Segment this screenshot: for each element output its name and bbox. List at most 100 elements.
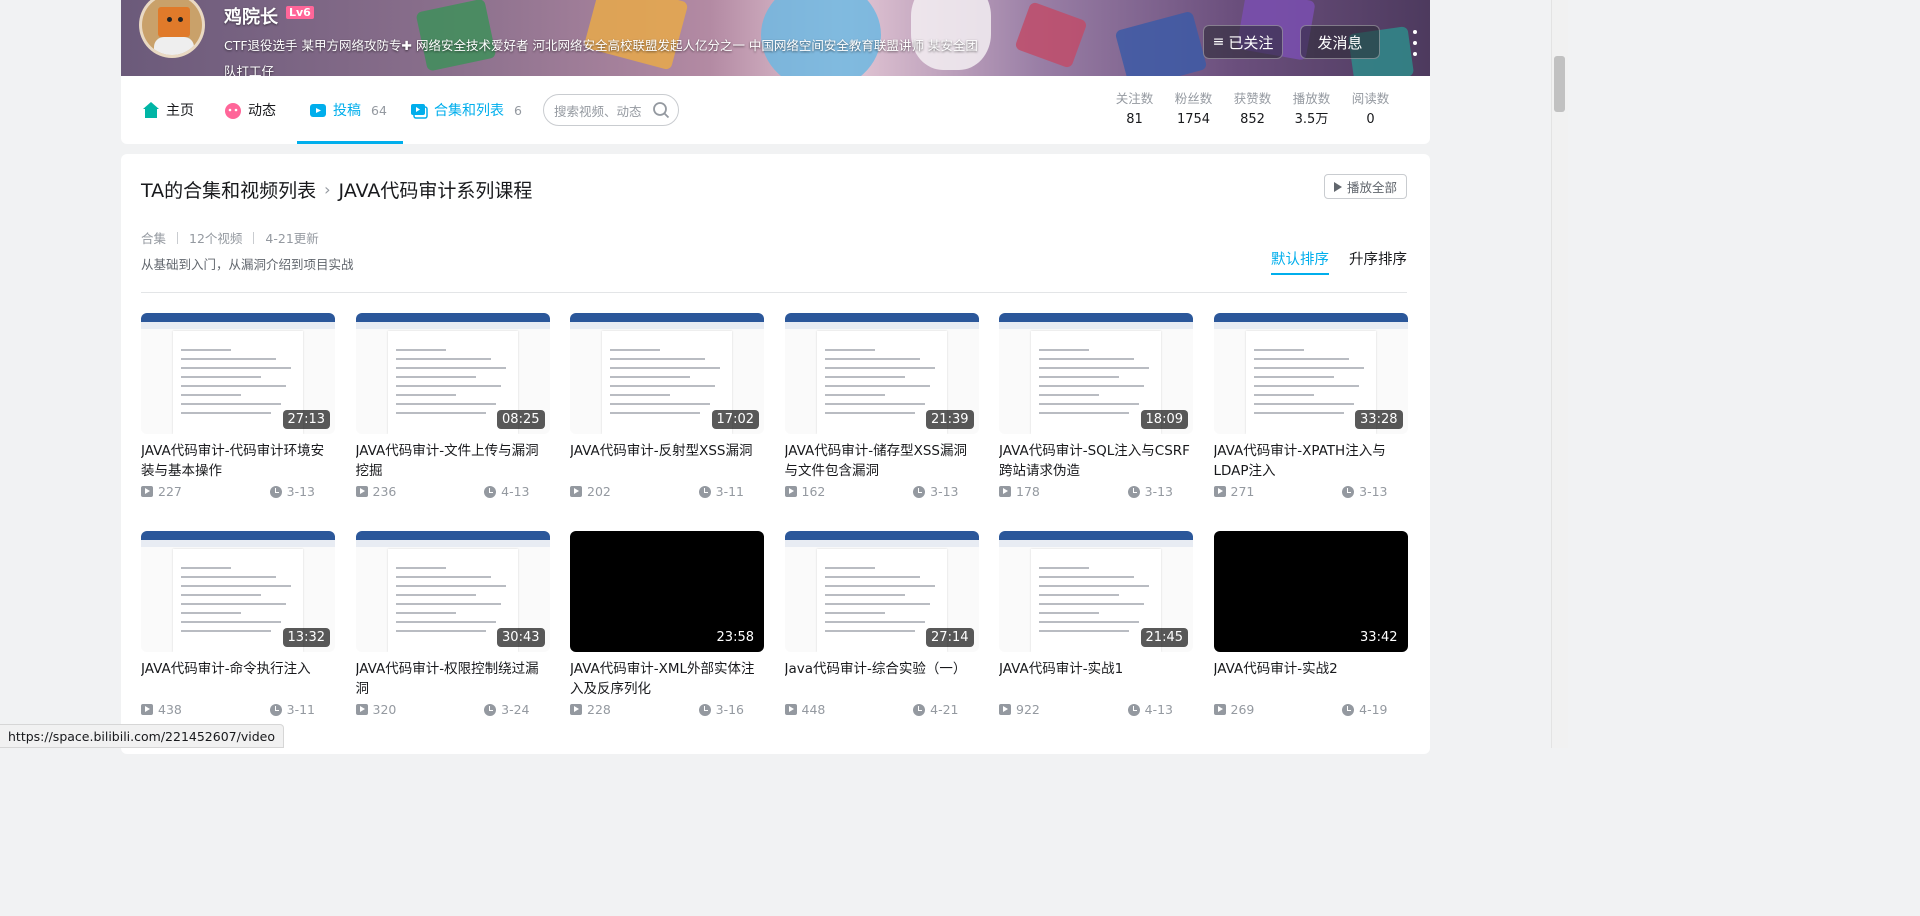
play-count: 438 xyxy=(141,702,182,717)
video-thumbnail[interactable]: 33:42 xyxy=(1213,531,1408,652)
search-input[interactable]: 搜索视频、动态 xyxy=(543,94,679,126)
clock-icon xyxy=(1127,703,1140,716)
publish-date: 4-21 xyxy=(913,702,959,717)
video-card[interactable]: 33:28 JAVA代码审计-XPATH注入与LDAP注入 271 3-13 xyxy=(1213,313,1408,499)
play-count-icon xyxy=(570,486,582,497)
stat-reads: 阅读数 0 xyxy=(1351,91,1390,127)
scrollbar[interactable] xyxy=(1551,0,1568,748)
video-duration: 17:02 xyxy=(711,410,759,429)
publish-date: 4-19 xyxy=(1342,702,1388,717)
video-title[interactable]: JAVA代码审计-实战2 xyxy=(1214,659,1408,699)
followed-button[interactable]: ≡ 已关注 xyxy=(1203,25,1283,59)
sort-ascending-button[interactable]: 升序排序 xyxy=(1349,248,1407,269)
video-thumbnail[interactable]: 17:02 xyxy=(570,313,764,434)
video-meta: 922 4-13 xyxy=(999,702,1193,717)
video-meta: 178 3-13 xyxy=(999,484,1193,499)
clock-icon xyxy=(698,485,711,498)
video-title[interactable]: JAVA代码审计-SQL注入与CSRF跨站请求伪造 xyxy=(999,441,1193,481)
tab-home[interactable]: 主页 xyxy=(142,76,194,144)
tab-uploads[interactable]: 投稿 64 xyxy=(297,76,403,144)
video-thumbnail[interactable]: 30:43 xyxy=(355,531,550,652)
video-meta: 448 4-21 xyxy=(784,702,979,717)
video-thumbnail[interactable]: 13:32 xyxy=(141,531,335,652)
breadcrumb-root[interactable]: TA的合集和视频列表 xyxy=(141,176,316,203)
video-thumbnail[interactable]: 27:14 xyxy=(784,531,979,652)
publish-date: 4-13 xyxy=(484,484,530,499)
play-count-icon xyxy=(1213,704,1226,715)
profile-nav: 主页 动态 投稿 64 合集和列表 6 搜索视频、动态 关注数 81 粉丝数 175… xyxy=(121,76,1430,144)
video-thumbnail[interactable]: 27:13 xyxy=(141,313,335,434)
play-count: 227 xyxy=(141,484,182,499)
play-count-icon xyxy=(784,704,797,715)
video-card[interactable]: 18:09 JAVA代码审计-SQL注入与CSRF跨站请求伪造 178 3-13 xyxy=(999,313,1193,499)
tab-collections[interactable]: 合集和列表 6 xyxy=(410,76,522,144)
clock-icon xyxy=(1127,485,1140,498)
play-count: 922 xyxy=(999,702,1040,717)
video-meta: 162 3-13 xyxy=(784,484,979,499)
clock-icon xyxy=(913,485,926,498)
publish-date: 3-13 xyxy=(1342,484,1388,499)
video-thumbnail[interactable]: 18:09 xyxy=(999,313,1193,434)
video-title[interactable]: JAVA代码审计-XPATH注入与LDAP注入 xyxy=(1214,441,1408,481)
video-card[interactable]: 30:43 JAVA代码审计-权限控制绕过漏洞 320 3-24 xyxy=(355,531,550,717)
video-card[interactable]: 23:58 JAVA代码审计-XML外部实体注入及反序列化 228 3-16 xyxy=(570,531,764,717)
video-card[interactable]: 27:14 Java代码审计-综合实验（一） 448 4-21 xyxy=(784,531,979,717)
video-thumbnail[interactable]: 23:58 xyxy=(570,531,764,652)
video-duration: 33:28 xyxy=(1355,410,1403,429)
clock-icon xyxy=(269,703,282,716)
video-card[interactable]: 33:42 JAVA代码审计-实战2 269 4-19 xyxy=(1213,531,1408,717)
clock-icon xyxy=(1342,485,1355,498)
collection-icon xyxy=(411,104,428,119)
collection-updated: 4-21更新 xyxy=(265,231,319,246)
video-card[interactable]: 21:39 JAVA代码审计-储存型XSS漏洞与文件包含漏洞 162 3-13 xyxy=(784,313,979,499)
video-meta: 438 3-11 xyxy=(141,702,335,717)
play-count: 162 xyxy=(784,484,825,499)
video-title[interactable]: JAVA代码审计-权限控制绕过漏洞 xyxy=(356,659,550,699)
play-count: 228 xyxy=(570,702,611,717)
video-card[interactable]: 21:45 JAVA代码审计-实战1 922 4-13 xyxy=(999,531,1193,717)
video-title[interactable]: JAVA代码审计-实战1 xyxy=(999,659,1193,699)
stat-likes: 获赞数 852 xyxy=(1233,91,1272,127)
play-count: 202 xyxy=(570,484,611,499)
video-duration: 08:25 xyxy=(497,410,545,429)
collection-video-count: 12个视频 xyxy=(189,231,243,246)
publish-date: 3-11 xyxy=(269,702,315,717)
play-all-button[interactable]: 播放全部 xyxy=(1323,174,1407,199)
clock-icon xyxy=(913,703,926,716)
play-count: 178 xyxy=(999,484,1040,499)
video-duration: 30:43 xyxy=(497,628,545,647)
video-card[interactable]: 08:25 JAVA代码审计-文件上传与漏洞挖掘 236 4-13 xyxy=(355,313,550,499)
video-duration: 27:14 xyxy=(926,628,974,647)
video-title[interactable]: JAVA代码审计-代码审计环境安装与基本操作 xyxy=(141,441,335,481)
stat-followers[interactable]: 粉丝数 1754 xyxy=(1164,90,1223,131)
stat-following[interactable]: 关注数 81 xyxy=(1105,90,1164,131)
video-title[interactable]: Java代码审计-综合实验（一） xyxy=(785,659,979,699)
clock-icon xyxy=(484,485,497,498)
link-status-bar: https://space.bilibili.com/221452607/vid… xyxy=(0,724,284,748)
search-icon[interactable] xyxy=(652,101,670,119)
play-count: 320 xyxy=(355,702,396,717)
send-message-button[interactable]: 发消息 xyxy=(1300,25,1380,59)
video-card[interactable]: 17:02 JAVA代码审计-反射型XSS漏洞 202 3-11 xyxy=(570,313,764,499)
video-thumbnail[interactable]: 21:45 xyxy=(999,531,1193,652)
video-card[interactable]: 13:32 JAVA代码审计-命令执行注入 438 3-11 xyxy=(141,531,335,717)
video-meta: 269 4-19 xyxy=(1213,702,1408,717)
video-title[interactable]: JAVA代码审计-反射型XSS漏洞 xyxy=(570,441,764,481)
play-count-icon xyxy=(784,486,797,497)
more-options-icon[interactable] xyxy=(1410,30,1420,56)
tab-dynamic[interactable]: 动态 xyxy=(224,76,276,144)
play-count-icon xyxy=(570,704,582,715)
video-card[interactable]: 27:13 JAVA代码审计-代码审计环境安装与基本操作 227 3-13 xyxy=(141,313,335,499)
scrollbar-thumb[interactable] xyxy=(1554,56,1565,112)
video-thumbnail[interactable]: 21:39 xyxy=(784,313,979,434)
video-thumbnail[interactable]: 08:25 xyxy=(355,313,550,434)
username[interactable]: 鸡院长 xyxy=(224,3,278,29)
sort-default-button[interactable]: 默认排序 xyxy=(1271,248,1329,275)
video-title[interactable]: JAVA代码审计-文件上传与漏洞挖掘 xyxy=(356,441,550,481)
video-title[interactable]: JAVA代码审计-储存型XSS漏洞与文件包含漏洞 xyxy=(785,441,979,481)
video-meta: 228 3-16 xyxy=(570,702,764,717)
video-thumbnail[interactable]: 33:28 xyxy=(1213,313,1408,434)
video-title[interactable]: JAVA代码审计-命令执行注入 xyxy=(141,659,335,699)
video-title[interactable]: JAVA代码审计-XML外部实体注入及反序列化 xyxy=(570,659,764,699)
publish-date: 4-13 xyxy=(1127,702,1173,717)
